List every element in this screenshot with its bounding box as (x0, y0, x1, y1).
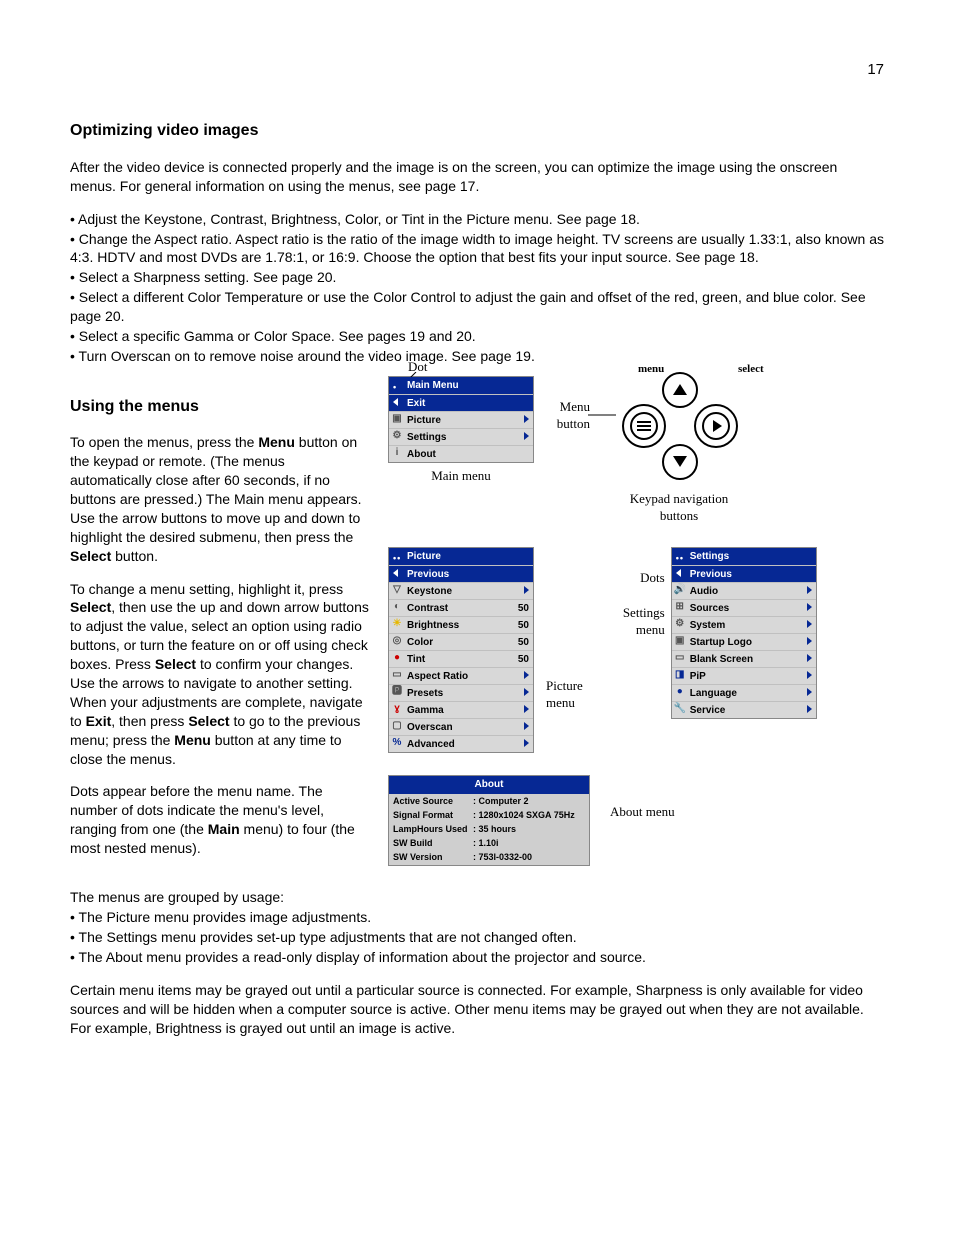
para-open-menus: To open the menus, press the Menu button… (70, 433, 370, 565)
pic-tint[interactable]: ●Tint50 (389, 650, 533, 667)
pic-contrast[interactable]: ◐Contrast50 (389, 599, 533, 616)
picture-icon: ▣ (391, 413, 403, 425)
grouped-bullets: • The Picture menu provides image adjust… (70, 908, 884, 967)
picture-menu-caption: Picture menu (546, 677, 583, 712)
set-startup[interactable]: ▣Startup Logo (672, 633, 816, 650)
pic-gamma[interactable]: ɣGamma (389, 701, 533, 718)
intro-paragraph: After the video device is connected prop… (70, 158, 884, 196)
set-previous[interactable]: Previous (672, 565, 816, 582)
about-menu-caption: About menu (610, 803, 675, 821)
pic-color[interactable]: ◎Color50 (389, 633, 533, 650)
grouped-intro: The menus are grouped by usage: (70, 888, 884, 907)
keypad-diagram (594, 376, 764, 516)
main-about[interactable]: iAbout (389, 445, 533, 462)
heading-using-menus: Using the menus (70, 396, 370, 418)
dots-label: Dots Settings menu (623, 569, 665, 639)
set-pip[interactable]: ◨PiP (672, 667, 816, 684)
para-change-setting: To change a menu setting, highlight it, … (70, 580, 370, 769)
final-paragraph: Certain menu items may be grayed out unt… (70, 981, 884, 1038)
set-blank[interactable]: ▭Blank Screen (672, 650, 816, 667)
set-sources[interactable]: ⊞Sources (672, 599, 816, 616)
kp-menu[interactable] (622, 404, 666, 448)
kp-select[interactable] (694, 404, 738, 448)
main-exit[interactable]: Exit (389, 394, 533, 411)
kp-down[interactable] (662, 444, 698, 480)
settings-icon: ⚙ (391, 430, 403, 442)
heading-optimizing: Optimizing video images (70, 120, 884, 142)
pic-keystone[interactable]: ▽Keystone (389, 582, 533, 599)
optimize-bullets: • Adjust the Keystone, Contrast, Brightn… (70, 210, 884, 366)
main-menu-caption: Main menu (388, 467, 534, 485)
page-number: 17 (70, 60, 884, 80)
pic-brightness[interactable]: ☀Brightness50 (389, 616, 533, 633)
pic-presets[interactable]: 🅿Presets (389, 684, 533, 701)
set-language[interactable]: ●Language (672, 684, 816, 701)
osd-settings-menu: ••Settings Previous 🔊Audio ⊞Sources ⚙Sys… (671, 547, 817, 720)
kp-menu-text: menu (638, 362, 664, 377)
pic-advanced[interactable]: %Advanced (389, 735, 533, 752)
set-audio[interactable]: 🔊Audio (672, 582, 816, 599)
para-dots: Dots appear before the menu name. The nu… (70, 782, 370, 858)
kp-up[interactable] (662, 372, 698, 408)
set-system[interactable]: ⚙System (672, 616, 816, 633)
kp-select-text: select (738, 362, 764, 377)
set-service[interactable]: 🔧Service (672, 701, 816, 718)
osd-main-menu: •Main Menu Exit ▣Picture ⚙Settings iAbou… (388, 376, 534, 464)
pic-aspect[interactable]: ▭Aspect Ratio (389, 667, 533, 684)
main-settings[interactable]: ⚙Settings (389, 428, 533, 445)
menu-button-label: Menu button (544, 398, 590, 433)
pic-overscan[interactable]: ▢Overscan (389, 718, 533, 735)
osd-about-box: About Active Source: Computer 2 Signal F… (388, 775, 590, 865)
info-icon: i (391, 447, 403, 459)
main-picture[interactable]: ▣Picture (389, 411, 533, 428)
pic-previous[interactable]: Previous (389, 565, 533, 582)
osd-picture-menu: ••Picture Previous ▽Keystone ◐Contrast50… (388, 547, 534, 754)
